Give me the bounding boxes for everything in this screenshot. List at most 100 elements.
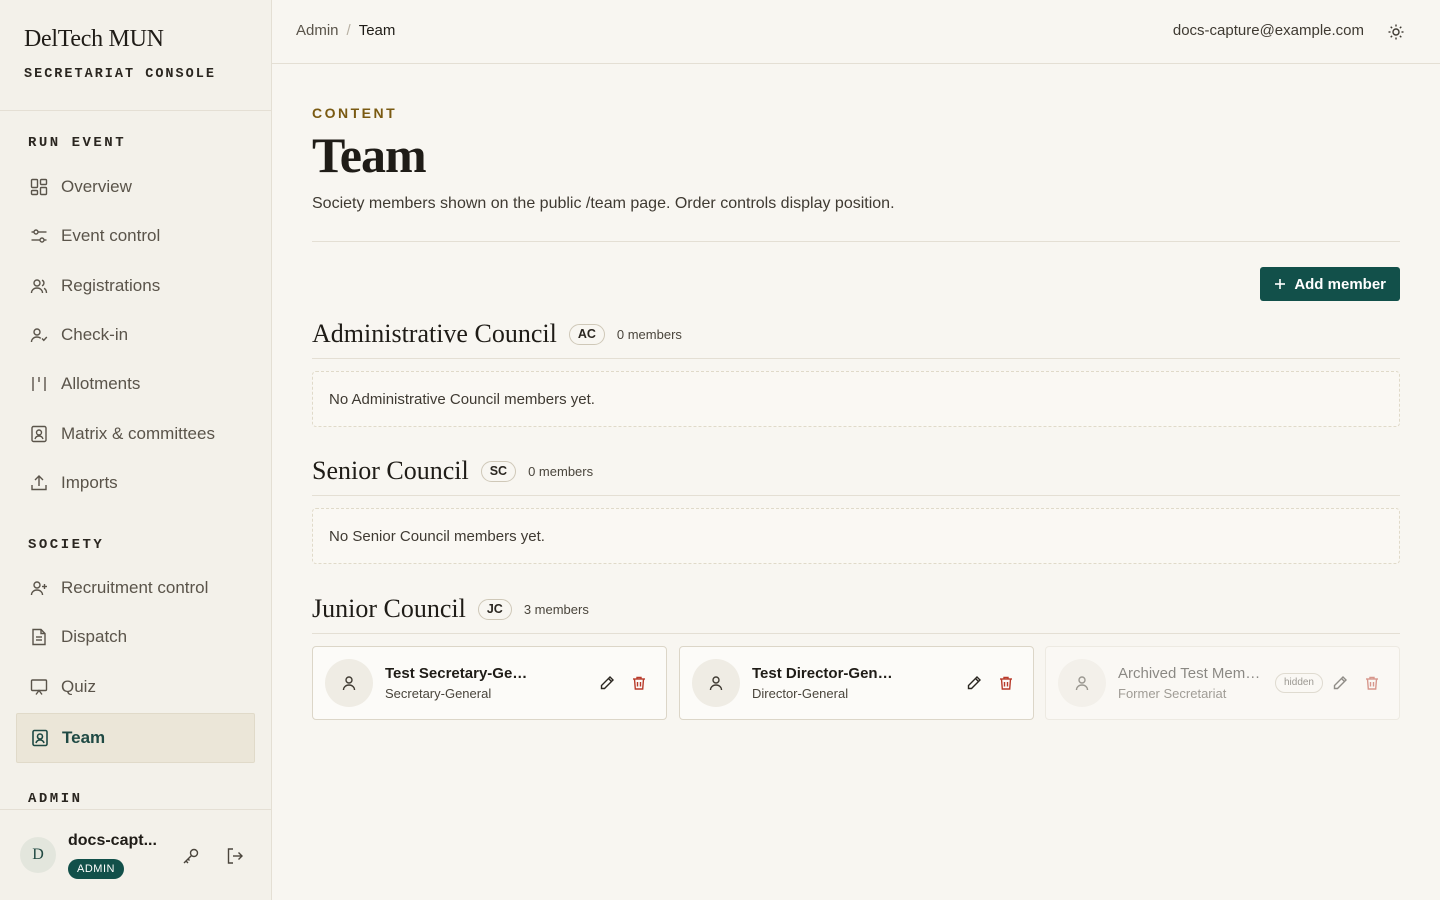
topbar: Admin / Team docs-capture@example.com (272, 0, 1440, 64)
avatar: D (20, 837, 56, 873)
member-avatar (325, 659, 373, 707)
sidebar-item-label: Overview (61, 177, 132, 196)
group-abbr-badge: SC (480, 460, 517, 482)
group-count: 0 members (616, 326, 682, 342)
brand-title: DelTech MUN (24, 26, 164, 52)
add-member-label: Add member (1294, 275, 1386, 293)
sidebar-item-overview[interactable]: Overview (16, 163, 255, 211)
header-divider (312, 241, 1400, 242)
sun-icon (1388, 24, 1404, 40)
sidebar-item-label: Imports (61, 473, 118, 492)
bars-icon (29, 374, 49, 394)
member-card[interactable]: Test Secretary-General Secretary-General (312, 646, 667, 720)
section-label-admin: ADMIN (28, 791, 83, 807)
pencil-icon (967, 676, 981, 690)
sidebar-item-quiz[interactable]: Quiz (16, 663, 255, 711)
user-icon (1075, 676, 1089, 691)
page-title: Team (312, 127, 427, 183)
breadcrumb-admin[interactable]: Admin (296, 22, 339, 39)
group-title: Senior Council (312, 456, 469, 485)
role-badge: ADMIN (68, 859, 124, 879)
plus-icon (1275, 279, 1286, 289)
group-divider (312, 358, 1400, 359)
group-count: 0 members (528, 463, 594, 479)
sidebar-item-check-in[interactable]: Check-in (16, 311, 255, 359)
page-eyebrow: CONTENT (312, 105, 398, 121)
user-plus-icon (29, 578, 49, 598)
edit-button[interactable] (965, 674, 983, 692)
pencil-icon (1333, 676, 1347, 690)
member-card[interactable]: Test Director-General Director-General (679, 646, 1034, 720)
member-role: Secretary-General (385, 686, 492, 701)
empty-state: No Senior Council members yet. (312, 508, 1400, 564)
breadcrumb: Admin / Team (296, 22, 395, 39)
theme-toggle-button[interactable] (1386, 22, 1406, 42)
member-card-hidden[interactable]: Archived Test Member Former Secretariat … (1045, 646, 1400, 720)
user-check-icon (29, 325, 49, 345)
sidebar-item-label: Event control (61, 226, 161, 245)
edit-button[interactable] (598, 674, 616, 692)
member-avatar (692, 659, 740, 707)
delete-button[interactable] (997, 674, 1015, 692)
sidebar-item-registrations[interactable]: Registrations (16, 262, 255, 310)
logout-icon (227, 848, 243, 864)
hidden-badge: hidden (1274, 673, 1323, 693)
member-name: Archived Test Member (1118, 665, 1264, 682)
delete-button[interactable] (1363, 674, 1381, 692)
sidebar-item-label: Team (62, 728, 106, 747)
upload-icon (29, 473, 49, 493)
group-abbr-badge: JC (477, 598, 512, 620)
sidebar-item-label: Dispatch (61, 627, 128, 646)
sidebar-item-event-control[interactable]: Event control (16, 212, 255, 260)
users-icon (29, 276, 49, 296)
group-title: Junior Council (312, 594, 466, 623)
sidebar-item-label: Registrations (61, 276, 161, 295)
delete-button[interactable] (630, 674, 648, 692)
sidebar-item-label: Matrix & committees (61, 424, 215, 443)
group-divider (312, 495, 1400, 496)
key-button[interactable] (180, 845, 202, 867)
sidebar-item-label: Check-in (61, 325, 129, 344)
group-count: 3 members (523, 601, 589, 617)
key-icon (183, 848, 199, 864)
sliders-icon (29, 226, 49, 246)
sidebar-item-recruitment-control[interactable]: Recruitment control (16, 564, 255, 612)
brand: DelTech MUN SECRETARIAT CONSOLE (0, 0, 271, 111)
trash-icon (633, 676, 645, 690)
portrait-icon (29, 424, 49, 444)
user-bar: D docs-capt... ADMIN (0, 809, 271, 900)
sidebar-item-label: Recruitment control (61, 578, 209, 597)
group-header-jc: Junior Council JC 3 members (312, 589, 1400, 629)
member-role: Director-General (752, 686, 849, 701)
user-icon (342, 676, 356, 691)
section-label-society: SOCIETY (28, 537, 105, 553)
group-title: Administrative Council (312, 319, 557, 348)
group-abbr-badge: AC (568, 323, 605, 345)
grid-icon (29, 177, 49, 197)
portrait-icon (30, 728, 50, 748)
sidebar-item-imports[interactable]: Imports (16, 459, 255, 507)
sidebar-item-dispatch[interactable]: Dispatch (16, 613, 255, 661)
sidebar-item-label: Quiz (61, 677, 96, 696)
edit-button[interactable] (1331, 674, 1349, 692)
sidebar-item-matrix-committees[interactable]: Matrix & committees (16, 410, 255, 458)
user-name: docs-capt... (68, 832, 157, 849)
sidebar-item-allotments[interactable]: Allotments (16, 360, 255, 408)
member-avatar (1058, 659, 1106, 707)
sidebar-item-team[interactable]: Team (16, 713, 255, 763)
document-icon (29, 627, 49, 647)
trash-icon (1366, 676, 1378, 690)
add-member-button[interactable]: Add member (1260, 267, 1400, 301)
member-role: Former Secretariat (1118, 686, 1227, 701)
trash-icon (1000, 676, 1012, 690)
group-header-ac: Administrative Council AC 0 members (312, 314, 1400, 354)
group-divider (312, 633, 1400, 634)
user-email: docs-capture@example.com (1172, 22, 1364, 39)
member-name: Test Secretary-General (385, 665, 531, 682)
breadcrumb-current: Team (358, 22, 396, 39)
logout-button[interactable] (224, 845, 246, 867)
group-header-sc: Senior Council SC 0 members (312, 451, 1400, 491)
breadcrumb-separator: / (346, 22, 351, 39)
empty-state: No Administrative Council members yet. (312, 371, 1400, 427)
brand-subtitle: SECRETARIAT CONSOLE (24, 67, 216, 82)
